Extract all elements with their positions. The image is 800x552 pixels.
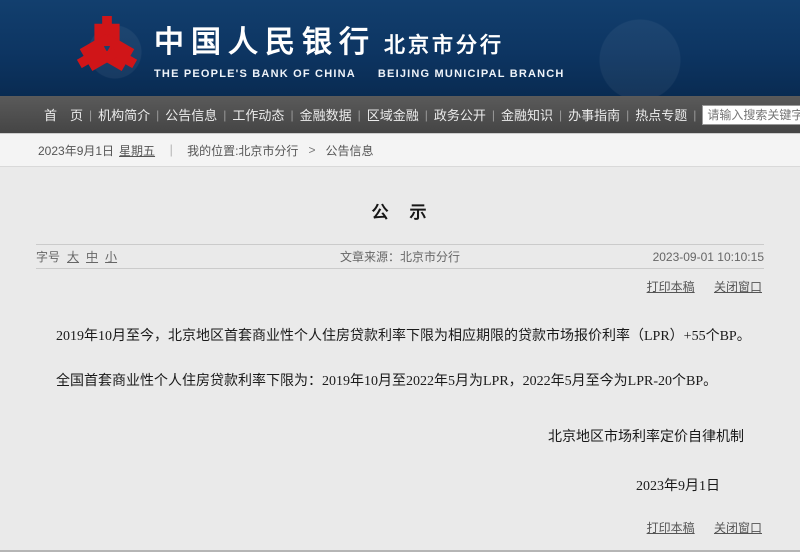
article-source: 文章来源：北京市分行	[340, 248, 460, 265]
branch-name-en: BEIJING MUNICIPAL BRANCH	[378, 68, 565, 80]
nav-item-home[interactable]: 首 页	[44, 105, 83, 124]
article-datetime: 2023-09-01 10:10:15	[460, 250, 764, 264]
nav-separator: |	[290, 108, 293, 122]
nav-item-financial-knowledge[interactable]: 金融知识	[501, 105, 553, 124]
article-meta-row: 字号 大 中 小 文章来源：北京市分行 2023-09-01 10:10:15	[36, 244, 764, 269]
nav-item-financial-data[interactable]: 金融数据	[300, 105, 352, 124]
source-label: 文章来源：	[340, 250, 400, 264]
font-size-medium-link[interactable]: 中	[86, 248, 98, 265]
search-area: 搜索 高级搜索	[702, 104, 800, 125]
article-content: 公 示 字号 大 中 小 文章来源：北京市分行 2023-09-01 10:10…	[0, 167, 800, 552]
nav-item-gov-disclosure[interactable]: 政务公开	[434, 105, 486, 124]
nav-separator: |	[626, 108, 629, 122]
font-size-large-link[interactable]: 大	[67, 248, 79, 265]
main-nav: 首 页 | 机构简介 | 公告信息 | 工作动态 | 金融数据 | 区域金融 |…	[0, 96, 800, 133]
font-size-small-link[interactable]: 小	[105, 248, 117, 265]
font-size-label: 字号	[36, 248, 60, 265]
print-link[interactable]: 打印本稿	[647, 280, 695, 294]
print-link[interactable]: 打印本稿	[647, 521, 695, 535]
article-actions-top: 打印本稿 关闭窗口	[0, 278, 800, 295]
breadcrumb-site-link[interactable]: 北京市分行	[238, 142, 298, 159]
breadcrumb-chevron: >	[308, 143, 315, 157]
nav-separator: |	[559, 108, 562, 122]
pboc-logo-icon	[76, 14, 138, 83]
nav-item-announcements[interactable]: 公告信息	[165, 105, 217, 124]
location-label: 我的位置:	[187, 142, 238, 159]
nav-separator: |	[693, 108, 696, 122]
site-header: 中国人民银行 北京市分行 THE PEOPLE'S BANK OF CHINA …	[0, 0, 800, 96]
weekday-link[interactable]: 星期五	[119, 142, 155, 159]
nav-separator: |	[492, 108, 495, 122]
article-sign-date: 2023年9月1日	[0, 475, 800, 495]
nav-item-regional-finance[interactable]: 区域金融	[367, 105, 419, 124]
breadcrumb-section-link[interactable]: 公告信息	[325, 142, 373, 159]
nav-item-hot-topics[interactable]: 热点专题	[635, 105, 687, 124]
bank-name-cn: 中国人民银行	[154, 17, 376, 61]
nav-item-work-news[interactable]: 工作动态	[232, 105, 284, 124]
nav-item-service-guide[interactable]: 办事指南	[568, 105, 620, 124]
article-paragraph: 2019年10月至今，北京地区首套商业性个人住房贷款利率下限为相应期限的贷款市场…	[0, 328, 800, 346]
font-size-controls: 字号 大 中 小	[36, 248, 340, 265]
header-titles: 中国人民银行 北京市分行 THE PEOPLE'S BANK OF CHINA …	[154, 17, 565, 80]
nav-separator: |	[425, 108, 428, 122]
nav-separator: |	[223, 108, 226, 122]
article-paragraph: 全国首套商业性个人住房贷款利率下限为：2019年10月至2022年5月为LPR，…	[0, 373, 800, 391]
breadcrumb: 2023年9月1日 星期五 ｜ 我的位置: 北京市分行 > 公告信息	[0, 133, 800, 167]
article-actions-bottom: 打印本稿 关闭窗口	[0, 519, 800, 536]
close-window-link[interactable]: 关闭窗口	[714, 280, 762, 294]
article-signature: 北京地区市场利率定价自律机制	[0, 426, 800, 446]
close-window-link[interactable]: 关闭窗口	[714, 521, 762, 535]
bank-name-en: THE PEOPLE'S BANK OF CHINA	[154, 68, 356, 80]
breadcrumb-separator: ｜	[165, 142, 177, 159]
nav-separator: |	[89, 108, 92, 122]
source-value: 北京市分行	[400, 250, 460, 264]
branch-name-cn: 北京市分行	[384, 29, 504, 59]
nav-item-about[interactable]: 机构简介	[98, 105, 150, 124]
nav-separator: |	[156, 108, 159, 122]
nav-separator: |	[358, 108, 361, 122]
current-date: 2023年9月1日	[38, 142, 114, 159]
page-title: 公 示	[0, 167, 800, 223]
search-input[interactable]	[702, 105, 800, 125]
